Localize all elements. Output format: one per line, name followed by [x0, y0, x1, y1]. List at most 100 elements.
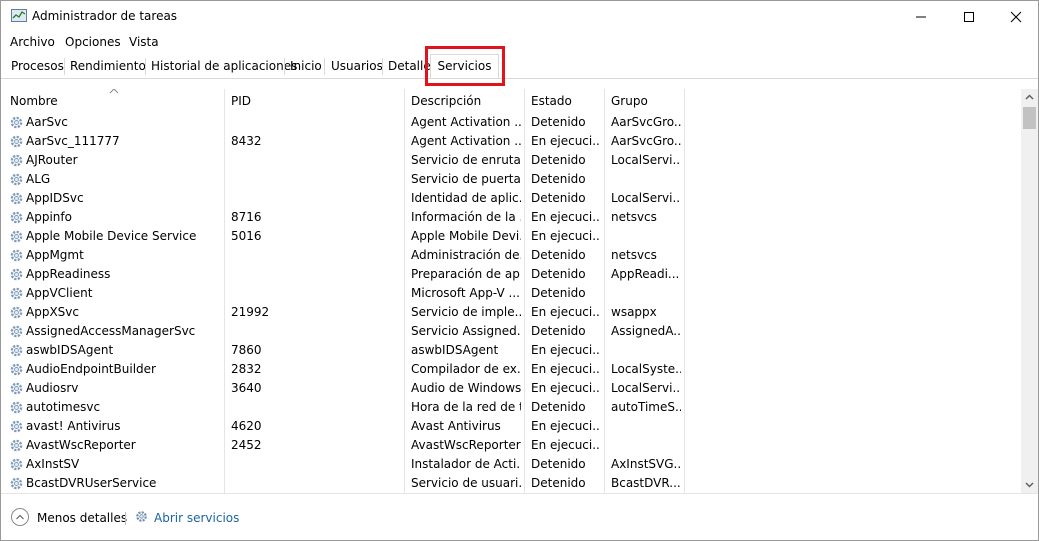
service-pid: 8432 [231, 134, 262, 148]
gear-icon [10, 211, 23, 224]
scroll-up-button[interactable] [1021, 89, 1038, 106]
service-group: BcastDVR... [611, 476, 681, 490]
service-group: LocalServi... [611, 191, 681, 205]
gear-icon [10, 306, 23, 319]
service-description: Identidad de aplic... [411, 191, 521, 205]
service-description: Instalador de Acti... [411, 457, 521, 471]
scroll-down-button[interactable] [1021, 476, 1038, 493]
tab-historial-aplicaciones[interactable]: Historial de aplicaciones [146, 56, 302, 77]
gear-icon [10, 116, 23, 129]
arrow-up-icon [1025, 94, 1034, 100]
minimize-button[interactable] [898, 1, 944, 32]
service-state: En ejecuci... [531, 381, 601, 395]
gear-icon [10, 154, 23, 167]
close-button[interactable] [993, 1, 1038, 32]
service-pid [231, 455, 401, 474]
table-row[interactable]: AppXSvc 21992 Servicio de imple... En ejecu… [1, 303, 1021, 322]
service-name: AxInstSV [26, 457, 80, 471]
service-state: En ejecuci... [531, 210, 601, 224]
service-description: Servicio de imple... [411, 305, 521, 319]
service-pid: 3640 [231, 381, 262, 395]
table-row[interactable]: Apple Mobile Device Service 5016 Apple Mob… [1, 227, 1021, 246]
service-description: Avast Antivirus [411, 419, 501, 433]
service-state: Detenido [531, 400, 586, 414]
service-description: Servicio de enruta... [411, 153, 521, 167]
service-name: aswbIDSAgent [26, 343, 114, 357]
table-row[interactable]: AppVClient Microsoft App-V ... Detenido [1, 284, 1021, 303]
table-row[interactable]: Appinfo 8716 Información de la ... En ejecu… [1, 208, 1021, 227]
service-name: AvastWscReporter [26, 438, 136, 452]
tab-usuarios[interactable]: Usuarios [326, 56, 388, 77]
service-name: Audiosrv [26, 381, 79, 395]
service-pid [231, 398, 401, 417]
table-row[interactable]: AudioEndpointBuilder 2832 Compilador de ex… [1, 360, 1021, 379]
column-header-nombre[interactable]: Nombre [4, 89, 221, 113]
table-row[interactable]: aswbIDSAgent 7860 aswbIDSAgent En ejecuci..… [1, 341, 1021, 360]
service-name: AppMgmt [26, 248, 84, 262]
gear-icon [10, 458, 23, 471]
vertical-scrollbar[interactable] [1021, 89, 1038, 493]
table-row[interactable]: AxInstSV Instalador de Acti... Detenido AxI… [1, 455, 1021, 474]
menu-vista[interactable]: Vista [129, 35, 159, 49]
service-description: AvastWscReporter [411, 438, 521, 452]
scroll-thumb[interactable] [1023, 107, 1036, 129]
service-description: Microsoft App-V ... [411, 286, 520, 300]
service-pid: 2832 [231, 362, 262, 376]
service-pid [231, 189, 401, 208]
service-description: Agent Activation ... [411, 115, 521, 129]
table-row[interactable]: avast! Antivirus 4620 Avast Antivirus En ej… [1, 417, 1021, 436]
service-name: AarSvc [26, 115, 68, 129]
menu-archivo[interactable]: Archivo [10, 35, 55, 49]
table-row[interactable]: AarSvc_111777 8432 Agent Activation ... En … [1, 132, 1021, 151]
tab-procesos[interactable]: Procesos [6, 56, 69, 77]
service-name: Appinfo [26, 210, 72, 224]
tab-rendimiento[interactable]: Rendimiento [65, 56, 151, 77]
chevron-up-circle-icon [11, 508, 29, 526]
service-name: AJRouter [26, 153, 78, 167]
table-header: Nombre PID Descripción Estado Grupo [1, 89, 1021, 113]
table-row[interactable]: AarSvc Agent Activation ... Detenido AarSvc… [1, 113, 1021, 132]
service-group: autoTimeS... [611, 400, 681, 414]
tab-detalle[interactable]: Detalle [383, 56, 436, 77]
service-state: En ejecuci... [531, 305, 601, 319]
table-row[interactable]: Audiosrv 3640 Audio de Windows En ejecuci..… [1, 379, 1021, 398]
column-header-pid[interactable]: PID [225, 89, 405, 113]
tab-servicios[interactable]: Servicios [430, 54, 499, 78]
maximize-button[interactable] [946, 1, 992, 32]
service-state: Detenido [531, 324, 586, 338]
service-name: avast! Antivirus [26, 419, 121, 433]
service-description: Apple Mobile Devi... [411, 229, 521, 243]
menu-bar: Archivo Opciones Vista [1, 32, 1038, 52]
service-pid: 21992 [231, 305, 270, 319]
maximize-icon [964, 12, 974, 22]
column-header-grupo[interactable]: Grupo [605, 89, 685, 113]
service-description: Servicio de usuari... [411, 476, 521, 490]
gear-icon [10, 268, 23, 281]
table-row[interactable]: autotimesvc Hora de la red de t... Detenid… [1, 398, 1021, 417]
table-row[interactable]: BcastDVRUserService Servicio de usuari...… [1, 474, 1021, 493]
title-bar: Administrador de tareas [1, 1, 1038, 32]
service-group: LocalServi... [611, 153, 681, 167]
table-row[interactable]: AppIDSvc Identidad de aplic... Detenido Loc… [1, 189, 1021, 208]
service-state: Detenido [531, 267, 586, 281]
gear-icon [10, 230, 23, 243]
table-row[interactable]: AvastWscReporter 2452 AvastWscReporter En e… [1, 436, 1021, 455]
menu-opciones[interactable]: Opciones [65, 35, 121, 49]
table-row[interactable]: AppMgmt Administración de... Detenido netsv… [1, 246, 1021, 265]
table-row[interactable]: AppReadiness Preparación de ap... Detenido… [1, 265, 1021, 284]
table-row[interactable]: AssignedAccessManagerSvc Servicio Assigne… [1, 322, 1021, 341]
service-pid [231, 170, 401, 189]
tab-inicio[interactable]: Inicio [285, 56, 327, 77]
column-header-estado[interactable]: Estado [525, 89, 605, 113]
service-name: Apple Mobile Device Service [26, 229, 197, 243]
gear-icon [10, 363, 23, 376]
table-row[interactable]: AJRouter Servicio de enruta... Detenido Loc… [1, 151, 1021, 170]
window-title: Administrador de tareas [32, 9, 178, 23]
column-header-descripcion[interactable]: Descripción [405, 89, 525, 113]
close-icon [1010, 11, 1022, 23]
gears-icon [136, 511, 147, 522]
service-group: AarSvcGro... [611, 115, 681, 129]
service-state: Detenido [531, 286, 586, 300]
table-row[interactable]: ALG Servicio de puerta ... Detenido [1, 170, 1021, 189]
service-name: AppIDSvc [26, 191, 84, 205]
